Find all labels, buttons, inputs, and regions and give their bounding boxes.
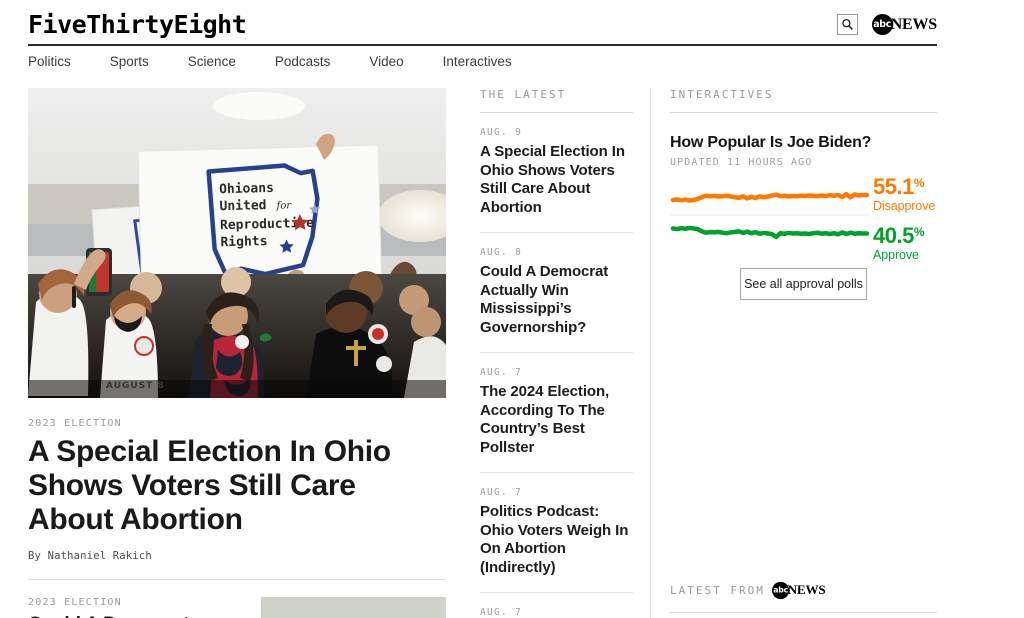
page-root: FiveThirtyEight abc NEWS Politics Sports… bbox=[0, 0, 1024, 618]
secondary-story-link[interactable]: 2023 ELECTION Could A Democrat Actually bbox=[28, 597, 446, 618]
masthead-divider bbox=[28, 44, 937, 46]
secondary-story-text: 2023 ELECTION Could A Democrat Actually bbox=[28, 597, 261, 618]
abc-roundel: abc bbox=[871, 14, 893, 35]
main-story-column: Ohioans United for Reproductive Rights 2… bbox=[28, 88, 446, 618]
site-logo[interactable]: FiveThirtyEight bbox=[28, 8, 937, 42]
interactives-column: INTERACTIVES How Popular Is Joe Biden? U… bbox=[670, 88, 937, 300]
secondary-story-headline: Could A Democrat Actually bbox=[28, 613, 261, 618]
disapprove-percent-sign: % bbox=[913, 176, 925, 190]
disapprove-value: 55.1 bbox=[873, 174, 914, 199]
abc-news-logo-inline: abc NEWS bbox=[771, 581, 826, 600]
nav-item-politics[interactable]: Politics bbox=[28, 54, 71, 69]
latest-from-abc-heading: LATEST FROM abc NEWS bbox=[670, 580, 937, 612]
list-item[interactable]: AUG. 7 The 2024 Election, According To T… bbox=[480, 353, 633, 473]
abc-news-wordmark-inline: NEWS bbox=[787, 583, 826, 598]
biden-approval-chart-wrap: 55.1% Disapprove 40.5% Approve bbox=[670, 176, 937, 262]
latest-item-title: A Special Election In Ohio Shows Voters … bbox=[480, 143, 625, 216]
latest-item-date: AUG. 7 bbox=[480, 367, 523, 378]
list-item[interactable]: AUG. 9 A Special Election In Ohio Shows … bbox=[480, 113, 633, 233]
interactives-heading: INTERACTIVES bbox=[670, 88, 774, 101]
hero-photo: Ohioans United for Reproductive Rights bbox=[28, 88, 446, 398]
hero-byline: By Nathaniel Rakich bbox=[28, 550, 152, 562]
disapprove-line bbox=[670, 191, 870, 203]
column-divider bbox=[650, 88, 651, 618]
latest-item-date: AUG. 7 bbox=[480, 487, 523, 498]
hero-headline: A Special Election In Ohio Shows Voters … bbox=[28, 435, 391, 536]
the-latest-column: THE LATEST AUG. 9 A Special Election In … bbox=[480, 88, 633, 618]
secondary-story-thumbnail bbox=[261, 597, 446, 618]
latest-item-date: AUG. 7 bbox=[480, 607, 523, 618]
hero-photo-illustration: Ohioans United for Reproductive Rights bbox=[28, 88, 446, 398]
see-all-approval-polls-button[interactable]: See all approval polls bbox=[740, 268, 867, 300]
list-item[interactable]: AUG. 8 Could A Democrat Actually Win Mis… bbox=[480, 233, 633, 353]
approve-value: 40.5 bbox=[873, 223, 914, 248]
latest-from-abc-rule bbox=[670, 612, 937, 613]
approval-sparkline-chart bbox=[670, 179, 870, 251]
biden-approval-updated: UPDATED 11 HOURS AGO bbox=[670, 157, 813, 168]
interactives-heading-rule bbox=[670, 112, 937, 113]
disapprove-label: Disapprove bbox=[873, 199, 936, 213]
disapprove-readout: 55.1% Disapprove bbox=[873, 174, 937, 214]
secondary-thumb-illustration bbox=[261, 597, 446, 618]
abc-news-logo[interactable]: abc NEWS bbox=[871, 14, 938, 35]
latest-item-date: AUG. 9 bbox=[480, 127, 523, 138]
list-item[interactable]: AUG. 7 Politics Podcast: Ohio Voters Wei… bbox=[480, 473, 633, 593]
svg-text:United: United bbox=[219, 198, 266, 214]
svg-text:Rights: Rights bbox=[220, 234, 267, 250]
svg-text:Ohioans: Ohioans bbox=[219, 181, 274, 197]
masthead: FiveThirtyEight abc NEWS bbox=[28, 8, 937, 42]
svg-text:for: for bbox=[275, 200, 292, 211]
latest-item-title: The 2024 Election, According To The Coun… bbox=[480, 383, 610, 456]
approval-chart-svg bbox=[670, 191, 870, 240]
nav-item-science[interactable]: Science bbox=[188, 54, 236, 69]
approval-chart-labels: 55.1% Disapprove 40.5% Approve bbox=[873, 174, 937, 263]
nav-item-podcasts[interactable]: Podcasts bbox=[275, 54, 331, 69]
biden-approval-card-link[interactable]: How Popular Is Joe Biden? UPDATED 11 HOU… bbox=[670, 134, 937, 262]
latest-item-title: Could A Democrat Actually Win Mississipp… bbox=[480, 263, 609, 336]
approve-label: Approve bbox=[873, 248, 919, 262]
hero-story-link[interactable]: Ohioans United for Reproductive Rights 2… bbox=[28, 88, 446, 562]
hero-kicker: 2023 ELECTION bbox=[28, 418, 122, 429]
search-button[interactable] bbox=[836, 14, 858, 35]
latest-item-date: AUG. 8 bbox=[480, 247, 523, 258]
secondary-story-kicker: 2023 ELECTION bbox=[28, 597, 122, 608]
biden-approval-title: How Popular Is Joe Biden? bbox=[670, 134, 872, 151]
nav-item-interactives[interactable]: Interactives bbox=[443, 54, 512, 69]
main-story-divider bbox=[28, 579, 446, 580]
latest-from-abc-label: LATEST FROM bbox=[670, 584, 765, 597]
list-item[interactable]: AUG. 7 Everything You Need bbox=[480, 593, 633, 618]
approve-percent-sign: % bbox=[913, 225, 925, 239]
latest-from-abc-section: LATEST FROM abc NEWS bbox=[670, 580, 937, 613]
nav-item-sports[interactable]: Sports bbox=[110, 54, 149, 69]
nav-item-video[interactable]: Video bbox=[369, 54, 403, 69]
search-icon bbox=[841, 18, 854, 31]
abc-news-wordmark: NEWS bbox=[890, 15, 938, 33]
approve-line bbox=[670, 225, 870, 240]
primary-nav: Politics Sports Science Podcasts Video I… bbox=[28, 54, 512, 69]
header-right-controls: abc NEWS bbox=[836, 14, 938, 35]
the-latest-heading: THE LATEST bbox=[480, 88, 567, 101]
approve-readout: 40.5% Approve bbox=[873, 223, 937, 263]
abc-roundel-inline: abc bbox=[771, 581, 790, 600]
latest-item-title: Politics Podcast: Ohio Voters Weigh In O… bbox=[480, 503, 629, 576]
